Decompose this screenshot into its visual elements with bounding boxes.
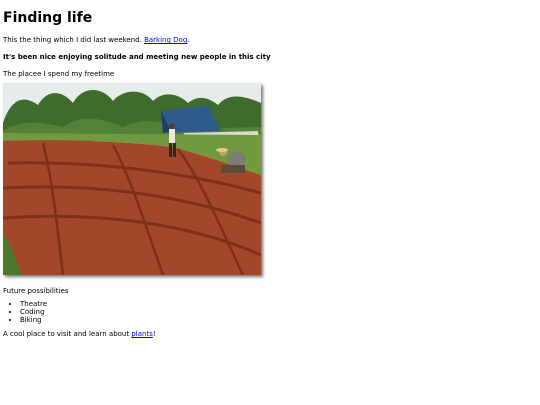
barking-dog-link[interactable]: Barking Dog — [144, 36, 187, 44]
page-content: Finding life This the thing which I did … — [3, 0, 533, 339]
garden-photo — [3, 83, 261, 275]
plants-link[interactable]: plants — [131, 330, 153, 338]
list-item-theatre: Theatre — [20, 300, 533, 308]
garden-photo-image — [3, 83, 261, 275]
future-label: Future possibilities — [3, 287, 69, 295]
outro-suffix: ! — [152, 330, 156, 338]
future-list: Theatre Coding Biking — [3, 300, 533, 324]
list-item-coding: Coding — [20, 308, 533, 316]
outro-text: A cool place to visit and learn about — [3, 330, 132, 338]
photo-caption: The placee I spend my freetime — [3, 70, 115, 78]
page-title: Finding life — [3, 10, 93, 26]
intro-paragraph: This the thing which I did last weekend.… — [3, 36, 533, 45]
intro-text: This the thing which I did last weekend. — [3, 36, 145, 44]
outro-paragraph: A cool place to visit and learn about pl… — [3, 330, 533, 339]
intro-suffix: . — [187, 36, 190, 44]
list-item-biking: Biking — [20, 316, 533, 324]
bold-statement: It's been nice enjoying solitude and mee… — [3, 53, 271, 61]
